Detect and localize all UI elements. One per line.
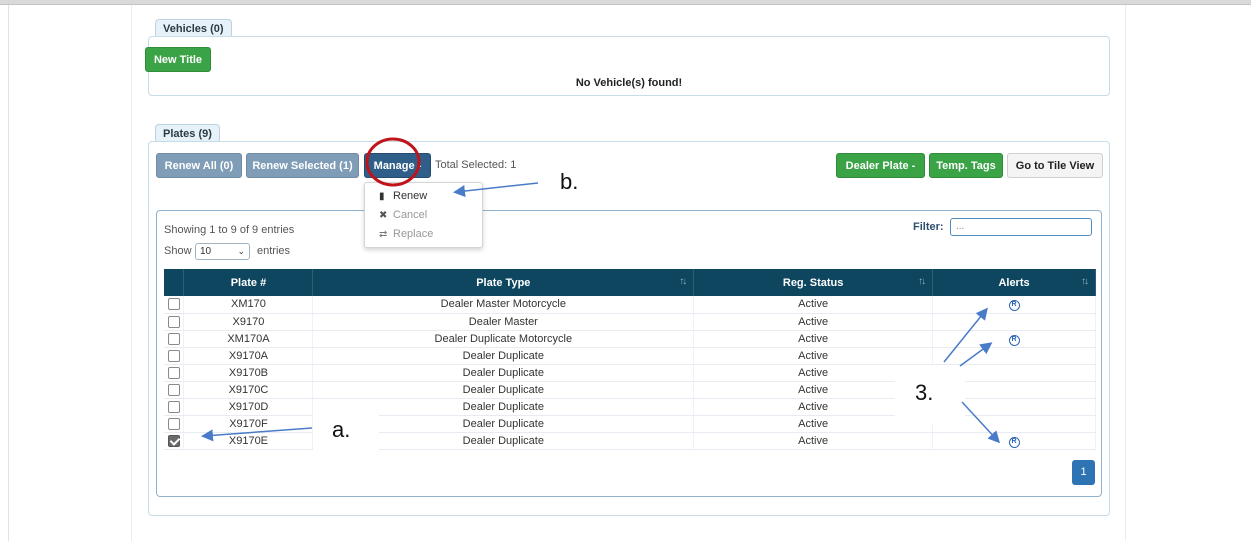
sort-icon: ↑↓: [1081, 276, 1089, 287]
reg-status-cell: Active: [693, 432, 934, 450]
plate-number-cell: X9170B: [183, 364, 314, 382]
book-icon: ▮: [379, 191, 385, 202]
alerts-cell: R: [932, 432, 1096, 450]
page-size-value: 10: [200, 246, 212, 257]
menu-item-cancel[interactable]: ✖ Cancel: [379, 207, 427, 223]
row-select-cell[interactable]: [164, 313, 185, 331]
header-alerts[interactable]: Alerts ↑↓: [932, 269, 1096, 296]
manage-dropdown-button[interactable]: Manage -: [364, 153, 431, 178]
alerts-cell: R: [932, 330, 1096, 348]
plate-number-cell: X9170: [183, 313, 314, 331]
row-select-cell[interactable]: [164, 415, 185, 433]
plate-type-cell: Dealer Duplicate: [312, 364, 695, 382]
total-selected-text: Total Selected: 1: [435, 159, 517, 171]
plate-type-cell: Dealer Master Motorcycle: [312, 296, 695, 314]
alert-icon[interactable]: R: [1008, 300, 1020, 312]
row-checkbox[interactable]: [167, 417, 180, 430]
menu-item-renew[interactable]: ▮ Renew: [379, 188, 427, 204]
reg-status-cell: Active: [693, 296, 934, 314]
manage-dropdown-menu: ▮ Renew ✖ Cancel ⇄ Replace: [364, 182, 483, 248]
row-select-cell[interactable]: [164, 347, 185, 365]
menu-item-replace[interactable]: ⇄ Replace: [379, 226, 433, 242]
swap-icon: ⇄: [379, 229, 388, 240]
header-plate-number[interactable]: Plate #: [183, 269, 314, 296]
header-plate-type[interactable]: Plate Type ↑↓: [312, 269, 695, 296]
new-title-button[interactable]: New Title: [145, 47, 211, 72]
go-to-tile-view-button[interactable]: Go to Tile View: [1007, 153, 1103, 178]
header-select-column: [164, 269, 185, 296]
plate-type-cell: Dealer Duplicate: [312, 347, 695, 365]
row-checkbox[interactable]: [167, 383, 180, 396]
table-row[interactable]: X9170E Dealer Duplicate Active R: [164, 432, 1096, 450]
row-select-cell[interactable]: [164, 432, 185, 450]
row-checkbox[interactable]: [167, 366, 180, 379]
reg-status-cell: Active: [693, 313, 934, 331]
table-row[interactable]: XM170 Dealer Master Motorcycle Active R: [164, 296, 1096, 314]
dealer-plate-dropdown-button[interactable]: Dealer Plate -: [836, 153, 925, 178]
row-select-cell[interactable]: [164, 330, 185, 348]
filter-label: Filter:: [913, 221, 944, 233]
plate-type-cell: Dealer Master: [312, 313, 695, 331]
reg-status-cell: Active: [693, 347, 934, 365]
renew-all-button[interactable]: Renew All (0): [156, 153, 242, 178]
alerts-cell: [932, 347, 1096, 365]
alerts-cell: R: [932, 296, 1096, 314]
plate-type-cell: Dealer Duplicate: [312, 381, 695, 399]
header-reg-status[interactable]: Reg. Status ↑↓: [693, 269, 934, 296]
plate-number-cell: X9170C: [183, 381, 314, 399]
row-select-cell[interactable]: [164, 381, 185, 399]
table-row[interactable]: XM170A Dealer Duplicate Motorcycle Active R: [164, 330, 1096, 348]
window-left-border: [8, 5, 9, 541]
reg-status-cell: Active: [693, 330, 934, 348]
table-row[interactable]: X9170 Dealer Master Active: [164, 313, 1096, 331]
filter-input[interactable]: ...: [950, 218, 1092, 236]
row-select-cell[interactable]: [164, 364, 185, 382]
plate-number-cell: X9170F: [183, 415, 314, 433]
plate-number-cell: XM170A: [183, 330, 314, 348]
close-icon: ✖: [379, 210, 388, 221]
alert-icon[interactable]: R: [1008, 436, 1020, 448]
show-label: Show: [164, 245, 192, 257]
annotation-label-b: b.: [560, 169, 579, 194]
row-checkbox[interactable]: [167, 400, 180, 413]
pagination-page-1[interactable]: 1: [1072, 460, 1095, 485]
page-size-select[interactable]: 10 ⌄: [195, 243, 250, 260]
sort-icon: ↑↓: [679, 276, 687, 287]
alert-icon[interactable]: R: [1008, 334, 1020, 346]
chevron-down-icon: ⌄: [237, 246, 245, 256]
showing-entries-text: Showing 1 to 9 of 9 entries: [164, 224, 295, 236]
sort-icon: ↑↓: [918, 276, 926, 287]
row-checkbox[interactable]: [167, 349, 180, 362]
table-header-row: Plate # Plate Type ↑↓ Reg. Status ↑↓ Alert…: [164, 269, 1096, 296]
row-checkbox[interactable]: [167, 315, 180, 328]
row-checkbox[interactable]: [167, 434, 180, 447]
row-checkbox[interactable]: [167, 298, 180, 311]
plate-number-cell: X9170A: [183, 347, 314, 365]
alerts-cell: [932, 313, 1096, 331]
plate-number-cell: X9170D: [183, 398, 314, 416]
temp-tags-button[interactable]: Temp. Tags: [929, 153, 1003, 178]
plate-number-cell: X9170E: [183, 432, 314, 450]
annotation-label-3: 3.: [915, 380, 934, 405]
row-checkbox[interactable]: [167, 332, 180, 345]
annotation-label-a: a.: [332, 417, 351, 442]
table-row[interactable]: X9170A Dealer Duplicate Active: [164, 347, 1096, 365]
plate-type-cell: Dealer Duplicate Motorcycle: [312, 330, 695, 348]
entries-label: entries: [257, 245, 291, 257]
row-select-cell[interactable]: [164, 296, 185, 314]
row-select-cell[interactable]: [164, 398, 185, 416]
vehicles-panel: No Vehicle(s) found!: [148, 36, 1110, 96]
renew-selected-button[interactable]: Renew Selected (1): [246, 153, 359, 178]
vehicles-empty-message: No Vehicle(s) found!: [575, 77, 683, 89]
plate-number-cell: XM170: [183, 296, 314, 314]
